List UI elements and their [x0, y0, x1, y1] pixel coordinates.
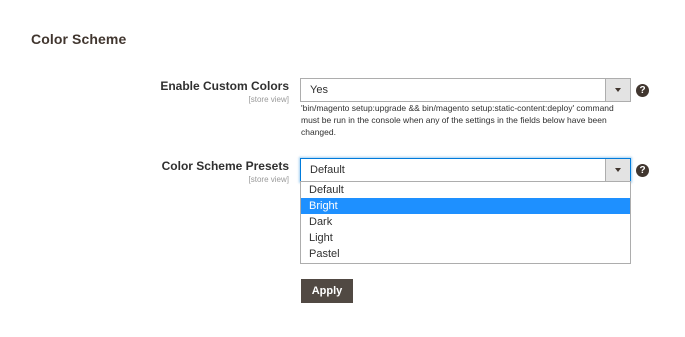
help-icon[interactable]: ? [636, 84, 649, 97]
enable-custom-colors-label: Enable Custom Colors [160, 79, 289, 93]
dropdown-option-bright[interactable]: Bright [301, 198, 630, 214]
apply-button[interactable]: Apply [301, 279, 353, 303]
section-title: Color Scheme [31, 31, 127, 47]
enable-custom-colors-scope: [store view] [248, 95, 289, 104]
dropdown-option-pastel[interactable]: Pastel [301, 246, 630, 262]
color-scheme-presets-value: Default [310, 164, 345, 176]
chevron-down-icon[interactable] [605, 159, 630, 181]
color-scheme-presets-dropdown: Default Bright Dark Light Pastel [300, 181, 631, 264]
enable-custom-colors-label-group: Enable Custom Colors [store view] [160, 79, 289, 104]
enable-custom-colors-select[interactable]: Yes [300, 78, 631, 102]
enable-custom-colors-note: 'bin/magento setup:upgrade && bin/magent… [301, 103, 614, 137]
color-scheme-presets-label-group: Color Scheme Presets [store view] [162, 159, 289, 184]
color-scheme-presets-label: Color Scheme Presets [161, 159, 289, 173]
dropdown-option-dark[interactable]: Dark [301, 214, 630, 230]
color-scheme-presets-scope: [store view] [248, 175, 289, 184]
dropdown-option-light[interactable]: Light [301, 230, 630, 246]
dropdown-option-default[interactable]: Default [301, 182, 630, 198]
chevron-down-icon[interactable] [605, 79, 630, 101]
help-icon[interactable]: ? [636, 164, 649, 177]
enable-custom-colors-value: Yes [310, 84, 328, 96]
color-scheme-presets-select[interactable]: Default [300, 158, 631, 182]
